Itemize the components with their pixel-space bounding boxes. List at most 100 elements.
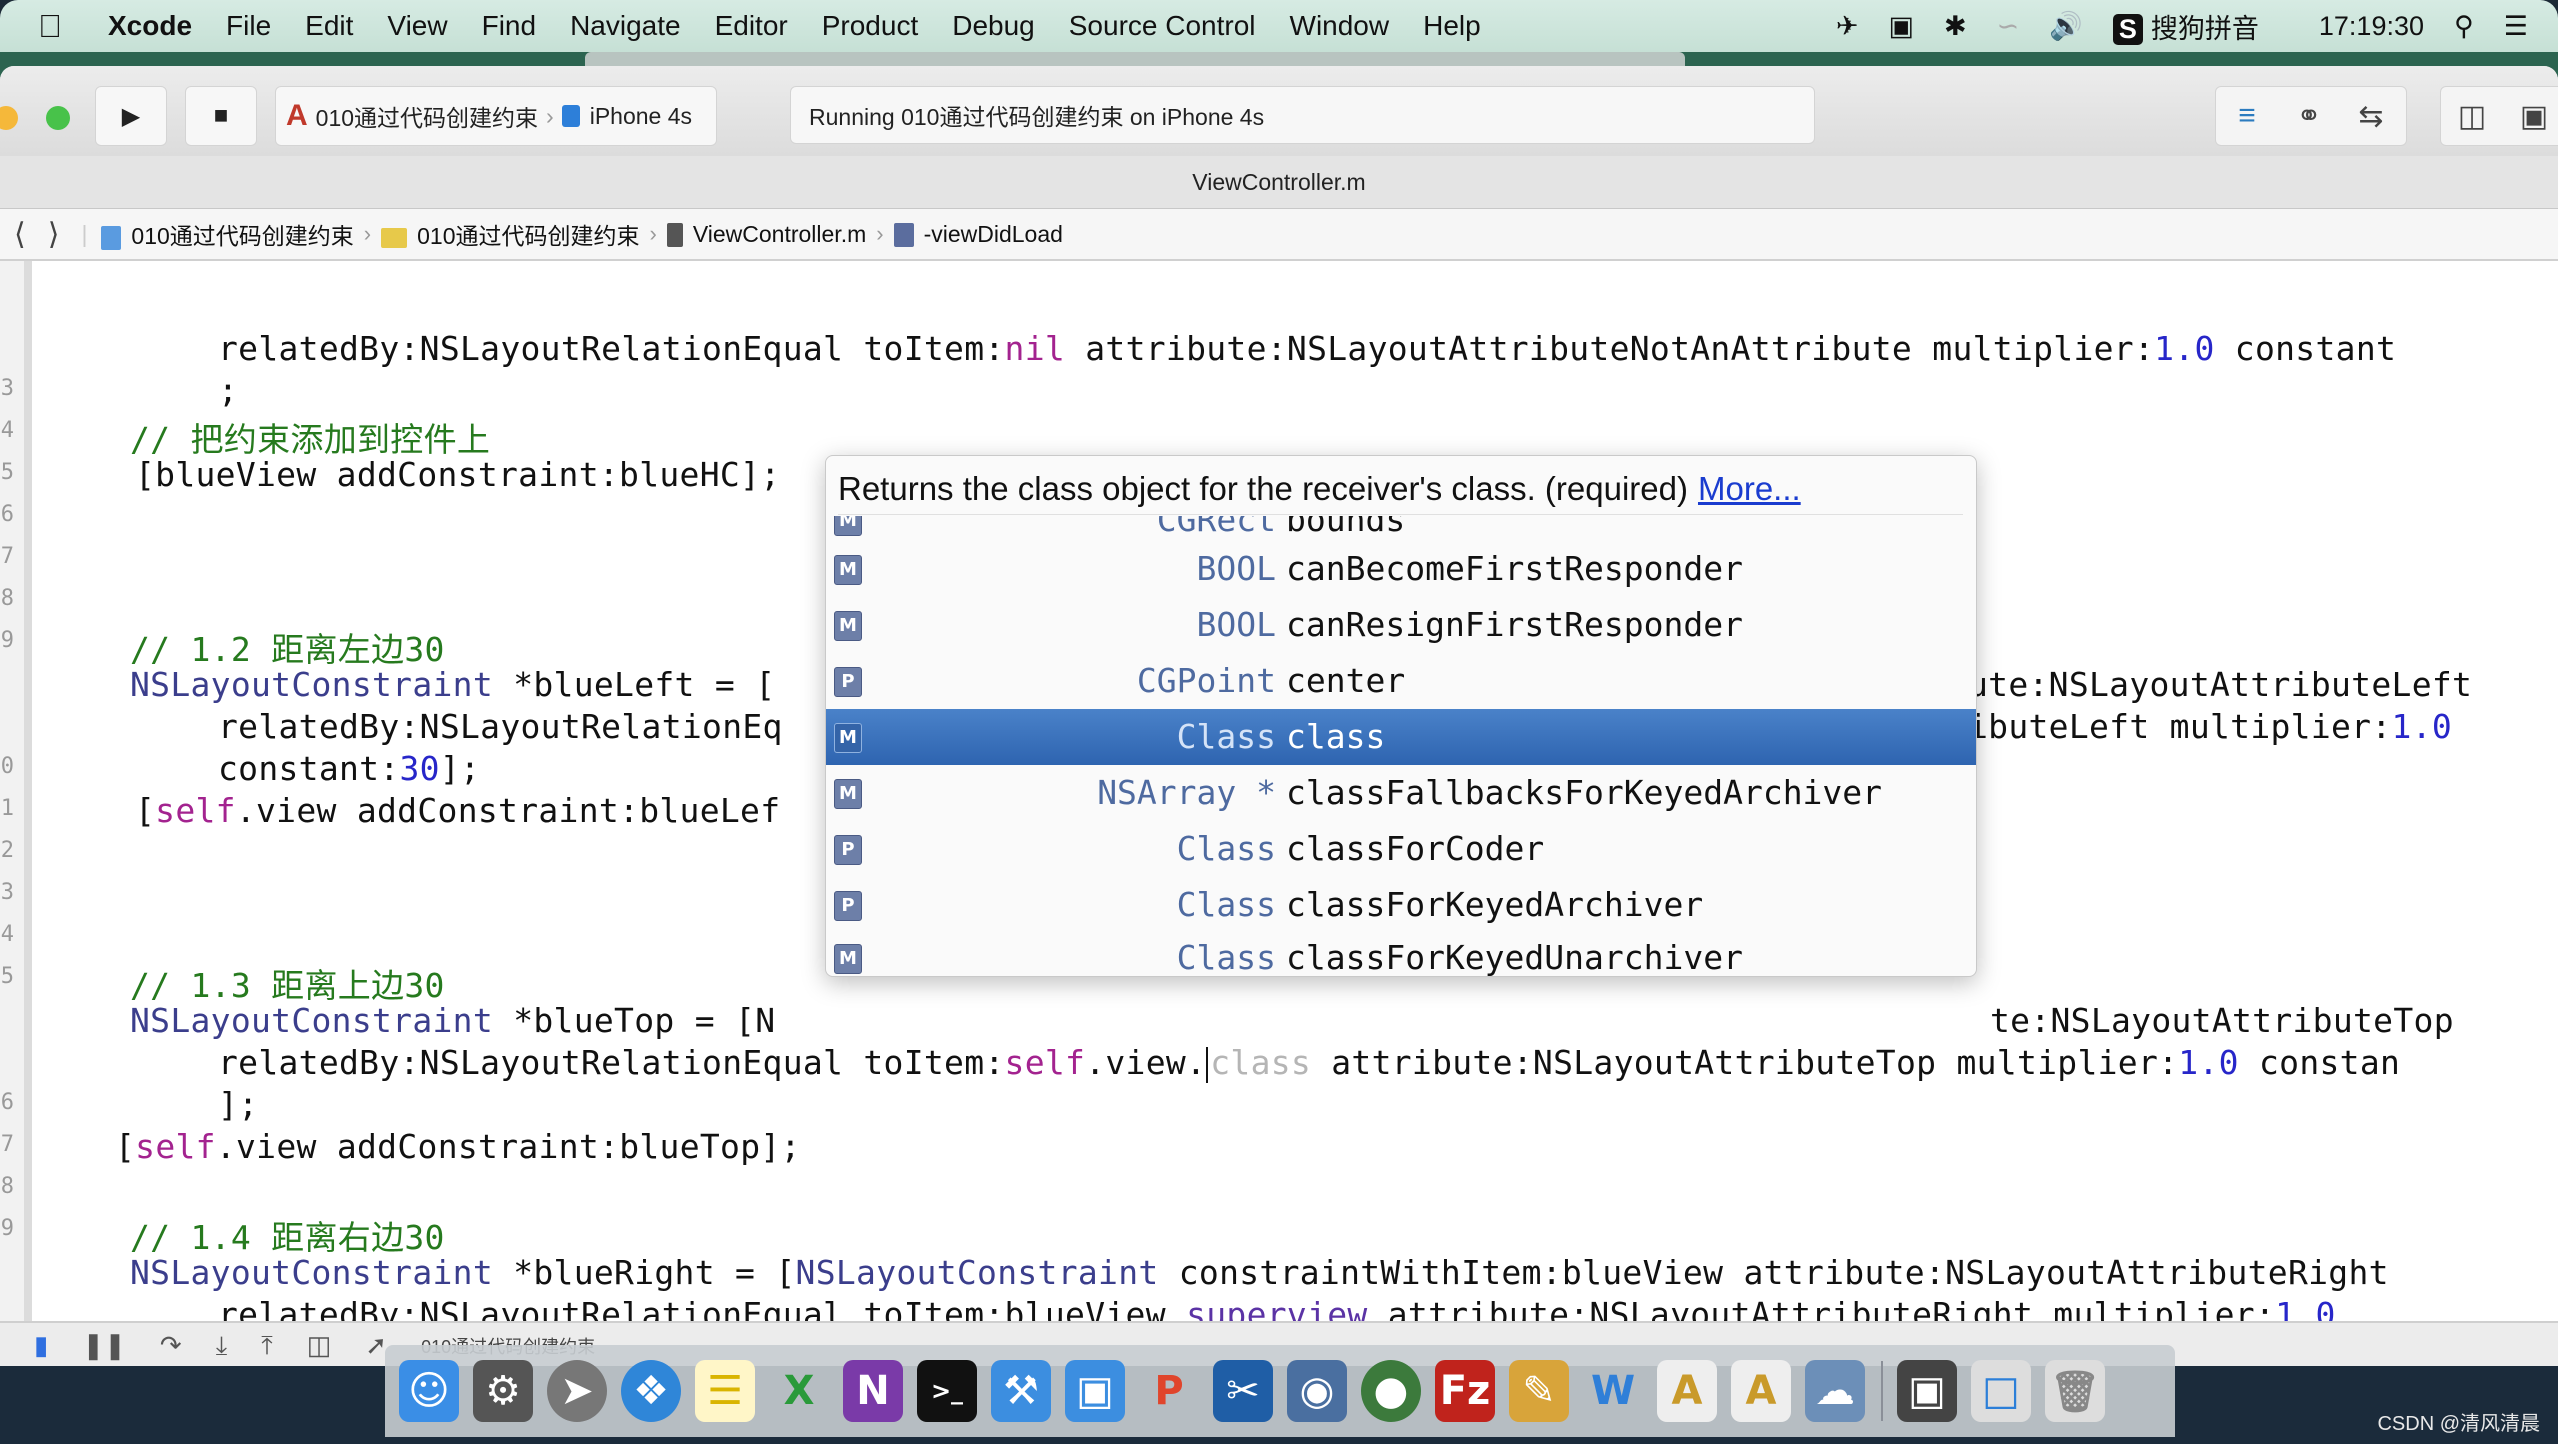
line-number: 8 (0, 586, 14, 611)
dock-folder-icon[interactable]: □ (1971, 1360, 2031, 1422)
code-text: [ (115, 1127, 136, 1166)
code-keyword: self (155, 791, 236, 830)
jumpbar-file-label: ViewController.m (692, 220, 867, 247)
code-class: NSLayoutConstraint (795, 1253, 1159, 1292)
completion-list[interactable]: M CGRect bounds M BOOL canBecomeFirstRespond… (826, 516, 1976, 976)
airplane-icon[interactable]: ✈ (1836, 11, 1859, 42)
dock-onenote-icon[interactable]: N (843, 1360, 903, 1422)
wifi-icon[interactable]: ∽ (1997, 11, 2020, 42)
location-icon[interactable]: ➚ (365, 1330, 387, 1361)
menu-debug[interactable]: Debug (952, 10, 1035, 42)
scheme-label[interactable]: 010通过代码创建约束 (316, 99, 538, 133)
navigator-toggle-icon[interactable]: ◫ (2441, 99, 2503, 134)
menu-product[interactable]: Product (822, 10, 919, 42)
jumpbar-project[interactable]: 010通过代码创建约束 (101, 217, 354, 251)
view-toggle-group: ◫ ▣ (2440, 86, 2558, 146)
dock-excel-icon[interactable]: X (769, 1360, 829, 1422)
dock-preview-2-icon[interactable]: ☁ (1805, 1360, 1865, 1422)
menu-find[interactable]: Find (482, 10, 536, 42)
volume-icon[interactable]: 🔊 (2049, 10, 2083, 42)
completion-item[interactable]: P CGPoint center (826, 653, 1976, 709)
dock-terminal-icon[interactable]: >_ (917, 1360, 977, 1422)
dock-ftp-icon[interactable]: ● (1361, 1360, 1421, 1422)
menu-help[interactable]: Help (1423, 10, 1481, 42)
menu-window[interactable]: Window (1290, 10, 1390, 42)
breakpoints-toggle-icon[interactable]: ▮ (34, 1330, 48, 1361)
line-number: 0 (0, 754, 14, 779)
dock-xcode-icon[interactable]: ⚒ (991, 1360, 1051, 1422)
run-button[interactable]: ▶ (95, 86, 167, 146)
dock-powerpoint-icon[interactable]: P (1139, 1360, 1199, 1422)
dock-photo-booth-icon[interactable]: ◉ (1287, 1360, 1347, 1422)
dock-filezilla-icon[interactable]: Fz (1435, 1360, 1495, 1422)
dock-notes-icon[interactable]: ☰ (695, 1360, 755, 1422)
minimize-button[interactable] (0, 106, 18, 130)
back-button[interactable]: ⟨ (14, 217, 26, 252)
step-into-icon[interactable]: ⤓ (216, 1330, 228, 1362)
code-line: [self.view addConstraint:blueLef (135, 791, 780, 830)
tab-viewcontroller-m[interactable]: ViewController.m (1192, 169, 1365, 196)
completion-item-selected[interactable]: M Class class (826, 709, 1976, 765)
completion-item[interactable]: P Class classForKeyedArchiver (826, 877, 1976, 933)
completion-item[interactable]: M BOOL canBecomeFirstResponder (826, 541, 1976, 597)
dock-screen-sharing-icon[interactable]: ▣ (1897, 1360, 1957, 1422)
code-line: ]; (218, 1085, 259, 1124)
menu-file[interactable]: File (226, 10, 271, 42)
play-icon: ▶ (121, 102, 141, 130)
watermark: CSDN @清风清晨 (2377, 1413, 2540, 1435)
dock-textedit-icon[interactable]: A (1657, 1360, 1717, 1422)
more-link[interactable]: More... (1698, 470, 1801, 508)
jumpbar-group[interactable]: 010通过代码创建约束 (381, 217, 640, 251)
version-editor-icon[interactable]: ⇆ (2340, 99, 2402, 134)
code-line: NSLayoutConstraint *blueLeft = [ (130, 665, 775, 704)
clock[interactable]: 17:19:30 (2319, 11, 2424, 42)
method-badge-icon: M (834, 555, 862, 585)
view-debugger-icon[interactable]: ◫ (307, 1330, 332, 1361)
assistant-editor-icon[interactable]: ⚭ (2278, 99, 2340, 134)
menu-view[interactable]: View (387, 10, 447, 42)
jumpbar-method[interactable]: -viewDidLoad (893, 220, 1063, 248)
spotlight-icon[interactable]: ⚲ (2454, 11, 2474, 42)
jumpbar-method-label: -viewDidLoad (923, 220, 1063, 247)
menu-app[interactable]: Xcode (108, 10, 192, 42)
scheme-selector[interactable]: A 010通过代码创建约束 › iPhone 4s (275, 86, 717, 146)
debug-area-toggle-icon[interactable]: ▣ (2503, 99, 2558, 134)
forward-button[interactable]: ⟩ (48, 217, 60, 252)
zoom-button[interactable] (46, 106, 70, 130)
dock-trash-icon[interactable]: 🗑 (2045, 1360, 2105, 1422)
dock-finder-icon[interactable]: ☺ (399, 1360, 459, 1422)
jumpbar-file[interactable]: ViewController.m (666, 220, 867, 248)
dock: ☺ ⚙ ➤ ❖ ☰ X N >_ ⚒ ▣ P ✂ ◉ ● Fz ✎ W A A … (385, 1345, 2175, 1437)
completion-item[interactable]: M NSArray * classFallbacksForKeyedArchiver (826, 765, 1976, 821)
chevron-right-icon: › (546, 102, 554, 129)
notification-center-icon[interactable]: ☰ (2504, 11, 2528, 42)
input-method[interactable]: S 搜狗拼音 (2112, 7, 2289, 46)
step-out-icon[interactable]: ⤒ (261, 1330, 273, 1362)
standard-editor-icon[interactable]: ≡ (2216, 99, 2278, 133)
pause-icon[interactable]: ❚❚ (82, 1330, 126, 1361)
step-over-icon[interactable]: ↷ (160, 1330, 182, 1361)
completion-item[interactable]: M BOOL canResignFirstResponder (826, 597, 1976, 653)
code-text: ibuteLeft multiplier: (1968, 707, 2392, 746)
device-label[interactable]: iPhone 4s (590, 103, 692, 130)
dock-launchpad-icon[interactable]: ➤ (547, 1360, 607, 1422)
menu-editor[interactable]: Editor (715, 10, 788, 42)
menu-source-control[interactable]: Source Control (1069, 10, 1256, 42)
dock-preview-icon[interactable]: ▣ (1065, 1360, 1125, 1422)
dock-textedit-2-icon[interactable]: A (1731, 1360, 1791, 1422)
dock-word-icon[interactable]: W (1583, 1360, 1643, 1422)
completion-item[interactable]: M Class classForKeyedUnarchiver (826, 930, 1976, 976)
dock-system-preferences-icon[interactable]: ⚙ (473, 1360, 533, 1422)
method-badge-icon: M (834, 944, 862, 974)
camera-icon[interactable]: ▣ (1889, 11, 1915, 42)
menu-navigate[interactable]: Navigate (570, 10, 681, 42)
dock-script-editor-icon[interactable]: ✎ (1509, 1360, 1569, 1422)
bluetooth-icon[interactable]: ✱ (1944, 11, 1967, 42)
completion-item[interactable]: P Class classForCoder (826, 821, 1976, 877)
line-number: 4 (0, 418, 14, 443)
dock-safari-icon[interactable]: ❖ (621, 1360, 681, 1422)
apple-menu-icon[interactable]:  (38, 8, 68, 45)
dock-instruments-icon[interactable]: ✂ (1213, 1360, 1273, 1422)
stop-button[interactable]: ■ (185, 86, 257, 146)
menu-edit[interactable]: Edit (305, 10, 353, 42)
